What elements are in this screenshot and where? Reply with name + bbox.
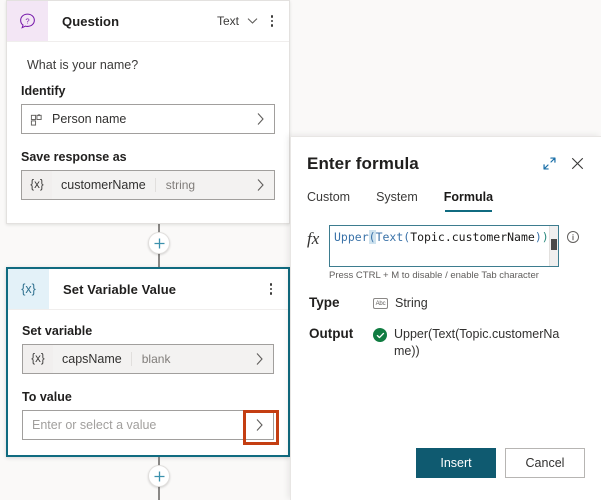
to-value-label: To value	[22, 390, 274, 404]
abc-icon: Abc	[373, 298, 388, 309]
formula-close-paren-2: )	[542, 230, 549, 244]
question-node-header: ? Question Text	[7, 1, 289, 42]
to-value-chevron-highlight	[243, 410, 279, 445]
type-row: Type Abc String	[291, 281, 601, 312]
check-circle-icon	[373, 328, 387, 342]
formula-ref-name: customerName	[452, 230, 535, 244]
response-type-label[interactable]: Text	[217, 14, 239, 28]
output-value: Upper(Text(Topic.customerName))	[394, 326, 562, 360]
panel-header-actions	[542, 154, 585, 176]
save-response-variable-select[interactable]: {x} customerName string	[21, 170, 275, 200]
variable-braces-icon: {x}	[8, 269, 49, 309]
set-variable-type: blank	[131, 352, 171, 366]
formula-fn-upper: Upper	[334, 230, 369, 244]
output-value-group: Upper(Text(Topic.customerName))	[373, 326, 562, 360]
panel-title: Enter formula	[307, 154, 542, 174]
svg-text:?: ?	[25, 16, 29, 25]
formula-input-row: fx Upper(Text(Topic.customerName))	[291, 213, 601, 267]
question-bubble-icon: ?	[7, 1, 48, 41]
type-value-group: Abc String	[373, 295, 428, 312]
output-row: Output Upper(Text(Topic.customerName))	[291, 312, 601, 360]
formula-paren-1: (	[369, 230, 376, 244]
formula-ref-topic: Topic.	[410, 230, 452, 244]
save-response-variable-type: string	[155, 178, 195, 192]
set-variable-chevron-icon[interactable]	[245, 345, 273, 373]
save-response-label: Save response as	[21, 150, 275, 164]
panel-footer-buttons: Insert Cancel	[291, 448, 601, 478]
identify-label: Identify	[21, 84, 275, 98]
panel-tabs: Custom System Formula	[291, 176, 601, 213]
variable-braces-icon: {x}	[23, 345, 53, 373]
tab-system[interactable]: System	[376, 190, 418, 213]
set-variable-name: capsName	[53, 352, 122, 366]
authoring-canvas: ? Question Text What is your name? Ide	[0, 0, 290, 500]
set-variable-icon-text: {x}	[21, 282, 36, 296]
chevron-down-icon[interactable]	[247, 17, 258, 25]
identify-entity-value: Person name	[50, 112, 126, 126]
identify-entity-chevron-icon[interactable]	[246, 105, 274, 133]
to-value-input[interactable]: Enter or select a value	[22, 410, 274, 440]
expand-diagonal-icon[interactable]	[542, 156, 557, 176]
info-icon[interactable]	[559, 225, 587, 244]
panel-header: Enter formula	[291, 137, 601, 176]
set-variable-node-more-menu-icon[interactable]	[265, 280, 277, 298]
question-node[interactable]: ? Question Text What is your name? Ide	[6, 0, 290, 224]
question-prompt-text[interactable]: What is your name?	[21, 52, 275, 84]
formula-scrollbar-thumb[interactable]	[551, 239, 557, 250]
tab-custom[interactable]: Custom	[307, 190, 350, 213]
formula-hint-text: Press CTRL + M to disable / enable Tab c…	[291, 267, 601, 281]
output-label: Output	[309, 326, 373, 341]
insert-button[interactable]: Insert	[416, 448, 496, 478]
formula-fn-text: Text	[376, 230, 404, 244]
add-node-button-bottom[interactable]	[148, 465, 170, 487]
set-variable-select[interactable]: {x} capsName blank	[22, 344, 274, 374]
set-variable-node-title: Set Variable Value	[49, 282, 265, 297]
set-variable-node-header-actions	[265, 280, 288, 298]
question-node-header-actions: Text	[217, 12, 289, 30]
question-node-title: Question	[48, 14, 217, 29]
variable-braces-icon: {x}	[22, 171, 52, 199]
app-root: ? Question Text What is your name? Ide	[0, 0, 601, 500]
entity-grid-icon	[22, 113, 50, 126]
formula-close-paren-1: )	[535, 230, 542, 244]
cancel-button[interactable]: Cancel	[505, 448, 585, 478]
to-value-placeholder: Enter or select a value	[23, 418, 156, 432]
enter-formula-panel: Enter formula Custom System Formula	[290, 136, 601, 500]
type-value: String	[395, 295, 428, 312]
type-label: Type	[309, 295, 373, 310]
formula-code-text: Upper(Text(Topic.customerName))	[330, 226, 558, 247]
question-node-body: What is your name? Identify Person	[7, 42, 289, 214]
question-node-more-menu-icon[interactable]	[266, 12, 278, 30]
fx-icon: fx	[307, 225, 329, 249]
add-node-button-top[interactable]	[148, 232, 170, 254]
set-variable-node-header: {x} Set Variable Value	[8, 269, 288, 310]
formula-input[interactable]: Upper(Text(Topic.customerName))	[329, 225, 559, 267]
identify-entity-select[interactable]: Person name	[21, 104, 275, 134]
formula-scrollbar[interactable]	[549, 226, 558, 266]
save-response-variable-name: customerName	[52, 178, 146, 192]
save-response-chevron-icon[interactable]	[246, 171, 274, 199]
tab-formula[interactable]: Formula	[444, 190, 493, 213]
close-icon[interactable]	[570, 156, 585, 176]
set-variable-label: Set variable	[22, 324, 274, 338]
